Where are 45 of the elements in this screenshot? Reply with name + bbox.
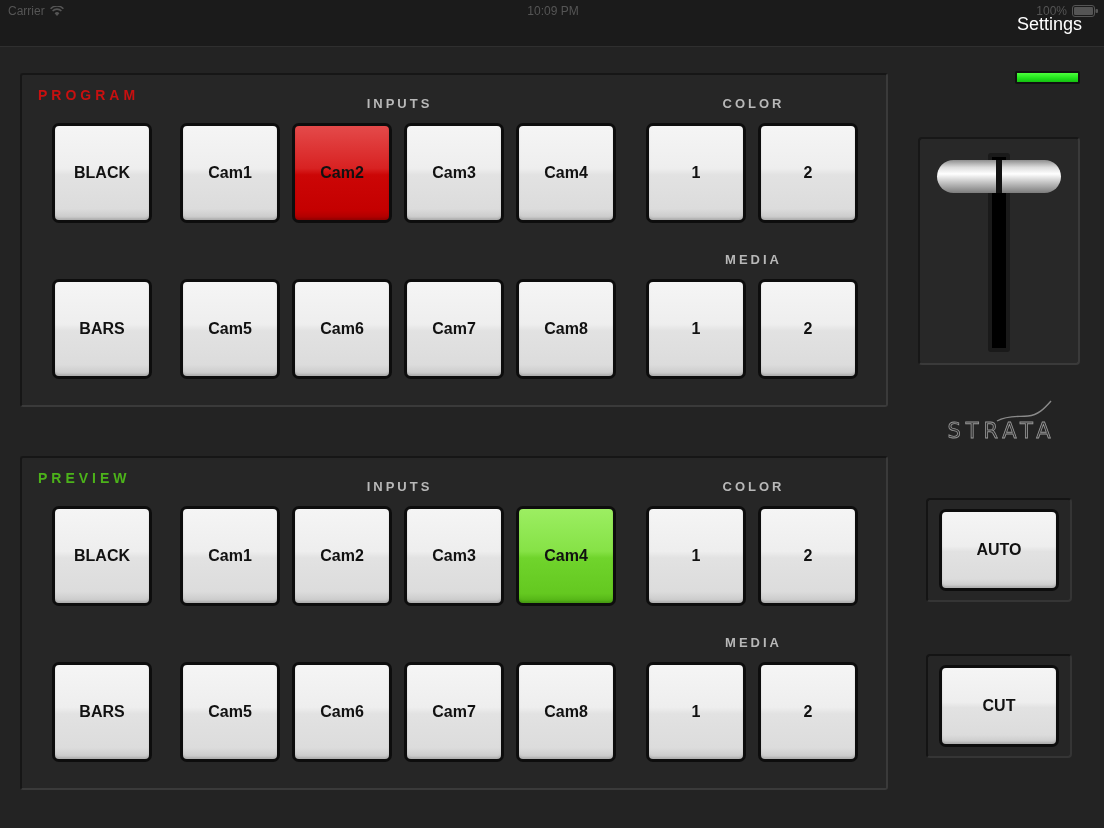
input-button[interactable]: Cam1 [180, 506, 280, 606]
input-button[interactable]: Cam5 [180, 279, 280, 379]
input-button[interactable]: Cam6 [292, 279, 392, 379]
input-button[interactable]: Cam6 [292, 662, 392, 762]
input-button[interactable]: Cam5 [180, 662, 280, 762]
carrier-label: Carrier [8, 3, 45, 20]
logo-text: STRATA [946, 420, 1056, 442]
media-source-button[interactable]: 2 [758, 279, 858, 379]
source-button[interactable]: BLACK [52, 123, 152, 223]
battery-percent: 100% [1036, 3, 1067, 18]
section-heading: MEDIA [724, 634, 782, 652]
input-button[interactable]: Cam4 [516, 123, 616, 223]
input-button[interactable]: Cam3 [404, 123, 504, 223]
input-button[interactable]: Cam8 [516, 662, 616, 762]
bus-title: PREVIEW [38, 469, 131, 488]
section-heading: INPUTS [365, 95, 433, 113]
status-time: 10:09 PM [527, 3, 579, 20]
input-button[interactable]: Cam1 [180, 123, 280, 223]
input-button[interactable]: Cam8 [516, 279, 616, 379]
section-heading: COLOR [721, 95, 785, 113]
input-button[interactable]: Cam7 [404, 662, 504, 762]
color-source-button[interactable]: 2 [758, 506, 858, 606]
media-source-button[interactable]: 2 [758, 662, 858, 762]
section-heading: COLOR [721, 478, 785, 496]
color-source-button[interactable]: 1 [646, 123, 746, 223]
input-button[interactable]: Cam3 [404, 506, 504, 606]
media-source-button[interactable]: 1 [646, 662, 746, 762]
section-heading: MEDIA [724, 251, 782, 269]
bus-title: PROGRAM [38, 86, 140, 105]
input-button[interactable]: Cam7 [404, 279, 504, 379]
input-button[interactable]: Cam2 [292, 506, 392, 606]
input-button[interactable]: Cam4 [516, 506, 616, 606]
fader-handle[interactable] [937, 160, 1061, 193]
color-source-button[interactable]: 2 [758, 123, 858, 223]
swoosh-icon [996, 400, 1052, 422]
section-heading: INPUTS [365, 478, 433, 496]
wifi-icon [49, 6, 64, 16]
media-source-button[interactable]: 1 [646, 279, 746, 379]
transition-button[interactable]: CUT [939, 665, 1059, 747]
battery-icon [1072, 5, 1098, 17]
source-button[interactable]: BLACK [52, 506, 152, 606]
transition-button[interactable]: AUTO [939, 509, 1059, 591]
source-button[interactable]: BARS [52, 662, 152, 762]
source-button[interactable]: BARS [52, 279, 152, 379]
color-source-button[interactable]: 1 [646, 506, 746, 606]
